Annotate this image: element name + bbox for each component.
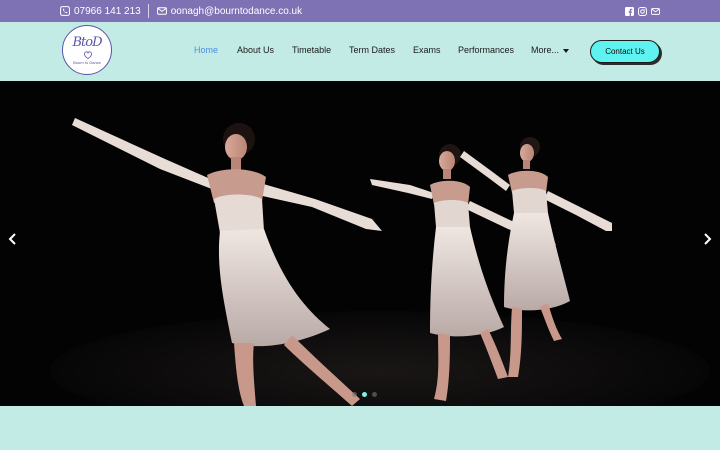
contact-info: 07966 141 213 oonagh@bourntodance.co.uk bbox=[60, 0, 302, 22]
nav-timetable[interactable]: Timetable bbox=[292, 45, 331, 55]
slider-dot[interactable] bbox=[372, 392, 377, 397]
nav-term-dates[interactable]: Term Dates bbox=[349, 45, 395, 55]
contact-divider bbox=[147, 4, 149, 18]
envelope-icon[interactable] bbox=[651, 7, 660, 16]
nav-about-us[interactable]: About Us bbox=[237, 45, 274, 55]
facebook-icon[interactable] bbox=[625, 6, 634, 16]
envelope-icon bbox=[156, 7, 167, 15]
email-address[interactable]: oonagh@bourntodance.co.uk bbox=[171, 6, 302, 17]
nav-more[interactable]: More... bbox=[531, 45, 559, 55]
nav-exams[interactable]: Exams bbox=[413, 45, 441, 55]
chevron-left-icon bbox=[8, 233, 16, 245]
slider-next-button[interactable] bbox=[699, 229, 715, 249]
phone-icon bbox=[60, 6, 70, 16]
chevron-right-icon bbox=[704, 233, 712, 245]
slider-prev-button[interactable] bbox=[5, 229, 21, 249]
hero-image bbox=[0, 81, 720, 406]
instagram-icon[interactable] bbox=[638, 6, 647, 16]
nav-performances[interactable]: Performances bbox=[458, 45, 514, 55]
social-links bbox=[625, 0, 660, 22]
top-bar: 07966 141 213 oonagh@bourntodance.co.uk bbox=[0, 0, 720, 22]
chevron-down-icon[interactable] bbox=[563, 49, 569, 53]
hero-slider bbox=[0, 81, 720, 406]
phone-number[interactable]: 07966 141 213 bbox=[74, 6, 141, 17]
slider-dot[interactable] bbox=[362, 392, 367, 397]
slider-dot[interactable] bbox=[352, 392, 357, 397]
site-header: BtoD Bourn to Dance Home About Us Timeta… bbox=[0, 22, 720, 80]
nav-home[interactable]: Home bbox=[194, 45, 218, 55]
slider-dots bbox=[352, 392, 377, 397]
contact-us-button[interactable]: Contact Us bbox=[590, 40, 660, 63]
